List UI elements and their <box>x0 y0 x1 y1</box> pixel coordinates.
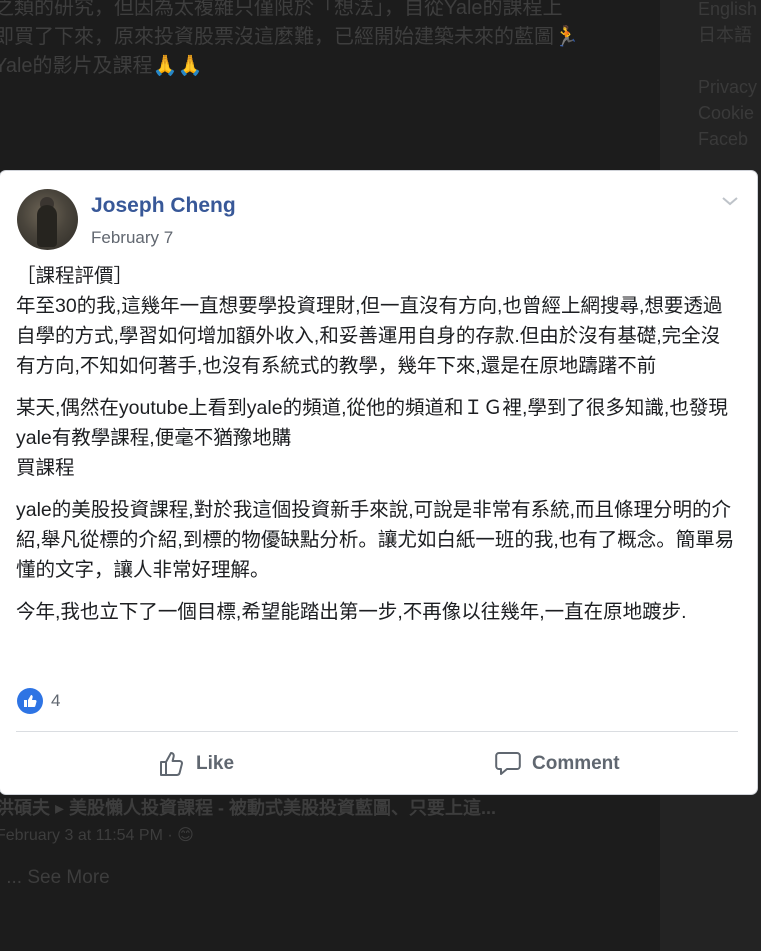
post-date[interactable]: February 7 <box>91 228 173 248</box>
reaction-count: 4 <box>51 691 61 710</box>
avatar[interactable] <box>17 189 78 250</box>
sidebar-link-facebook[interactable]: Faceb <box>698 126 757 152</box>
divider <box>16 731 738 732</box>
post-author[interactable]: Joseph Cheng <box>91 194 236 218</box>
background-line: 之類的研究，但因為太複雜只僅限於「想法」，自從Yale的課程上 <box>0 0 563 19</box>
post-paragraph: 今年,我也立下了一個目標,希望能踏出第一步,不再像以往幾年,一直在原地踱步. <box>16 601 687 623</box>
sidebar-link-cookie[interactable]: Cookie <box>698 100 757 126</box>
like-reaction-icon <box>17 688 43 714</box>
background-line: Yale的影片及課程🙏🙏 <box>0 55 203 77</box>
post-paragraph: 某天,偶然在youtube上看到yale的頻道,從他的頻道和ＩＧ裡,學到了很多知… <box>16 397 728 479</box>
comment-preview-title[interactable]: 洪碩夫 ▸ 美股懶人投資課程 - 被動式美股投資藍圖、只要上這... <box>0 794 496 822</box>
background-line: 即買了下來，原來投資股票沒這麼難，已經開始建築未來的藍圖🏃 <box>0 26 579 48</box>
post-card: Joseph Cheng February 7 ［課程評價］ 年至30的我,這幾… <box>0 171 757 794</box>
thumbs-up-icon <box>160 752 183 776</box>
see-more-link[interactable]: ∶ ... See More <box>0 864 496 892</box>
sidebar-link-english[interactable]: English <box>698 0 757 22</box>
comment-bubble-icon <box>495 752 521 775</box>
sidebar-links: English 日本語 Privacy Cookie Faceb <box>698 0 757 152</box>
comment-label: Comment <box>532 753 620 774</box>
comment-preview-timestamp: February 3 at 11:54 PM · 😊 <box>0 827 194 844</box>
like-label: Like <box>196 753 235 774</box>
post-body: ［課程評價］ 年至30的我,這幾年一直想要學投資理財,但一直沒有方向,也曾經上網… <box>16 261 738 639</box>
comment-button[interactable]: Comment <box>494 748 620 780</box>
chevron-down-icon[interactable] <box>719 193 741 209</box>
post-paragraph: ［課程評價］ 年至30的我,這幾年一直想要學投資理財,但一直沒有方向,也曾經上網… <box>16 265 723 377</box>
background-comment-preview: 洪碩夫 ▸ 美股懶人投資課程 - 被動式美股投資藍圖、只要上這... Febru… <box>0 794 496 892</box>
reactions-summary[interactable]: 4 <box>17 687 60 715</box>
sidebar-link-japanese[interactable]: 日本語 <box>698 22 757 48</box>
sidebar-link-privacy[interactable]: Privacy <box>698 74 757 100</box>
background-post-text: 之類的研究，但因為太複雜只僅限於「想法」，自從Yale的課程上 即買了下來，原來… <box>0 0 634 81</box>
post-paragraph: yale的美股投資課程,對於我這個投資新手來說,可說是非常有系統,而且條理分明的… <box>16 499 735 581</box>
like-button[interactable]: Like <box>158 748 234 780</box>
